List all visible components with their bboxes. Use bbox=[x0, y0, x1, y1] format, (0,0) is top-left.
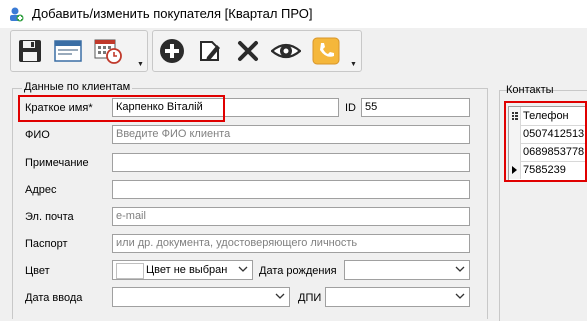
entry-date-picker[interactable] bbox=[112, 287, 290, 307]
highlight-box-contacts bbox=[504, 101, 587, 182]
highlight-box-short-name bbox=[18, 95, 225, 122]
window-title: Добавить/изменить покупателя [Квартал ПР… bbox=[32, 6, 313, 21]
passport-label: Паспорт bbox=[25, 238, 68, 250]
title-bar: Добавить/изменить покупателя [Квартал ПР… bbox=[0, 0, 587, 28]
note-label: Примечание bbox=[25, 157, 89, 169]
fio-input[interactable]: Введите ФИО клиента bbox=[112, 125, 470, 144]
toolbar-group-file: ▼ bbox=[10, 30, 148, 72]
chevron-down-icon bbox=[238, 266, 248, 272]
calendar-icon bbox=[94, 39, 122, 64]
dpi-label: ДПИ bbox=[298, 292, 322, 304]
save-button[interactable] bbox=[13, 35, 47, 67]
app-icon bbox=[10, 7, 24, 22]
calendar-button[interactable] bbox=[91, 35, 125, 67]
id-input[interactable]: 55 bbox=[361, 98, 470, 117]
birth-date-picker[interactable] bbox=[344, 260, 470, 280]
window-icon bbox=[54, 40, 82, 62]
view-icon bbox=[271, 43, 301, 59]
edit-button[interactable] bbox=[193, 35, 227, 67]
fio-label: ФИО bbox=[25, 129, 50, 141]
delete-icon bbox=[238, 41, 258, 61]
email-label: Эл. почта bbox=[25, 211, 74, 223]
save-icon bbox=[19, 40, 41, 62]
phone-button[interactable] bbox=[309, 35, 343, 67]
group-title: Данные по клиентам bbox=[22, 81, 133, 93]
color-value: Цвет не выбран bbox=[146, 264, 228, 276]
address-label: Адрес bbox=[25, 184, 57, 196]
window-button[interactable] bbox=[51, 35, 85, 67]
chevron-down-icon bbox=[455, 293, 465, 299]
passport-input[interactable]: или др. документа, удостоверяющего лично… bbox=[112, 234, 470, 253]
client-data-group bbox=[12, 88, 488, 319]
toolbar-group-records: ▼ bbox=[152, 30, 362, 72]
edit-icon bbox=[200, 41, 220, 61]
contacts-title: Контакты bbox=[506, 84, 554, 96]
view-button[interactable] bbox=[269, 35, 303, 67]
color-label: Цвет bbox=[25, 265, 50, 277]
chevron-down-icon bbox=[455, 266, 465, 272]
delete-button[interactable] bbox=[231, 35, 265, 67]
chevron-down-icon[interactable]: ▼ bbox=[350, 61, 357, 68]
chevron-down-icon bbox=[275, 293, 285, 299]
add-button[interactable] bbox=[155, 35, 189, 67]
color-swatch bbox=[116, 263, 144, 279]
id-label: ID bbox=[345, 102, 356, 114]
birth-date-label: Дата рождения bbox=[259, 265, 337, 277]
entry-date-label: Дата ввода bbox=[25, 292, 83, 304]
address-input[interactable] bbox=[112, 180, 470, 199]
email-input[interactable]: e-mail bbox=[112, 207, 470, 226]
color-select[interactable]: Цвет не выбран bbox=[112, 260, 253, 280]
toolbar: ▼ ▼ bbox=[0, 28, 587, 72]
dpi-select[interactable] bbox=[325, 287, 470, 307]
chevron-down-icon[interactable]: ▼ bbox=[137, 61, 144, 68]
add-icon bbox=[160, 39, 184, 63]
phone-icon bbox=[312, 37, 340, 65]
note-input[interactable] bbox=[112, 153, 470, 172]
